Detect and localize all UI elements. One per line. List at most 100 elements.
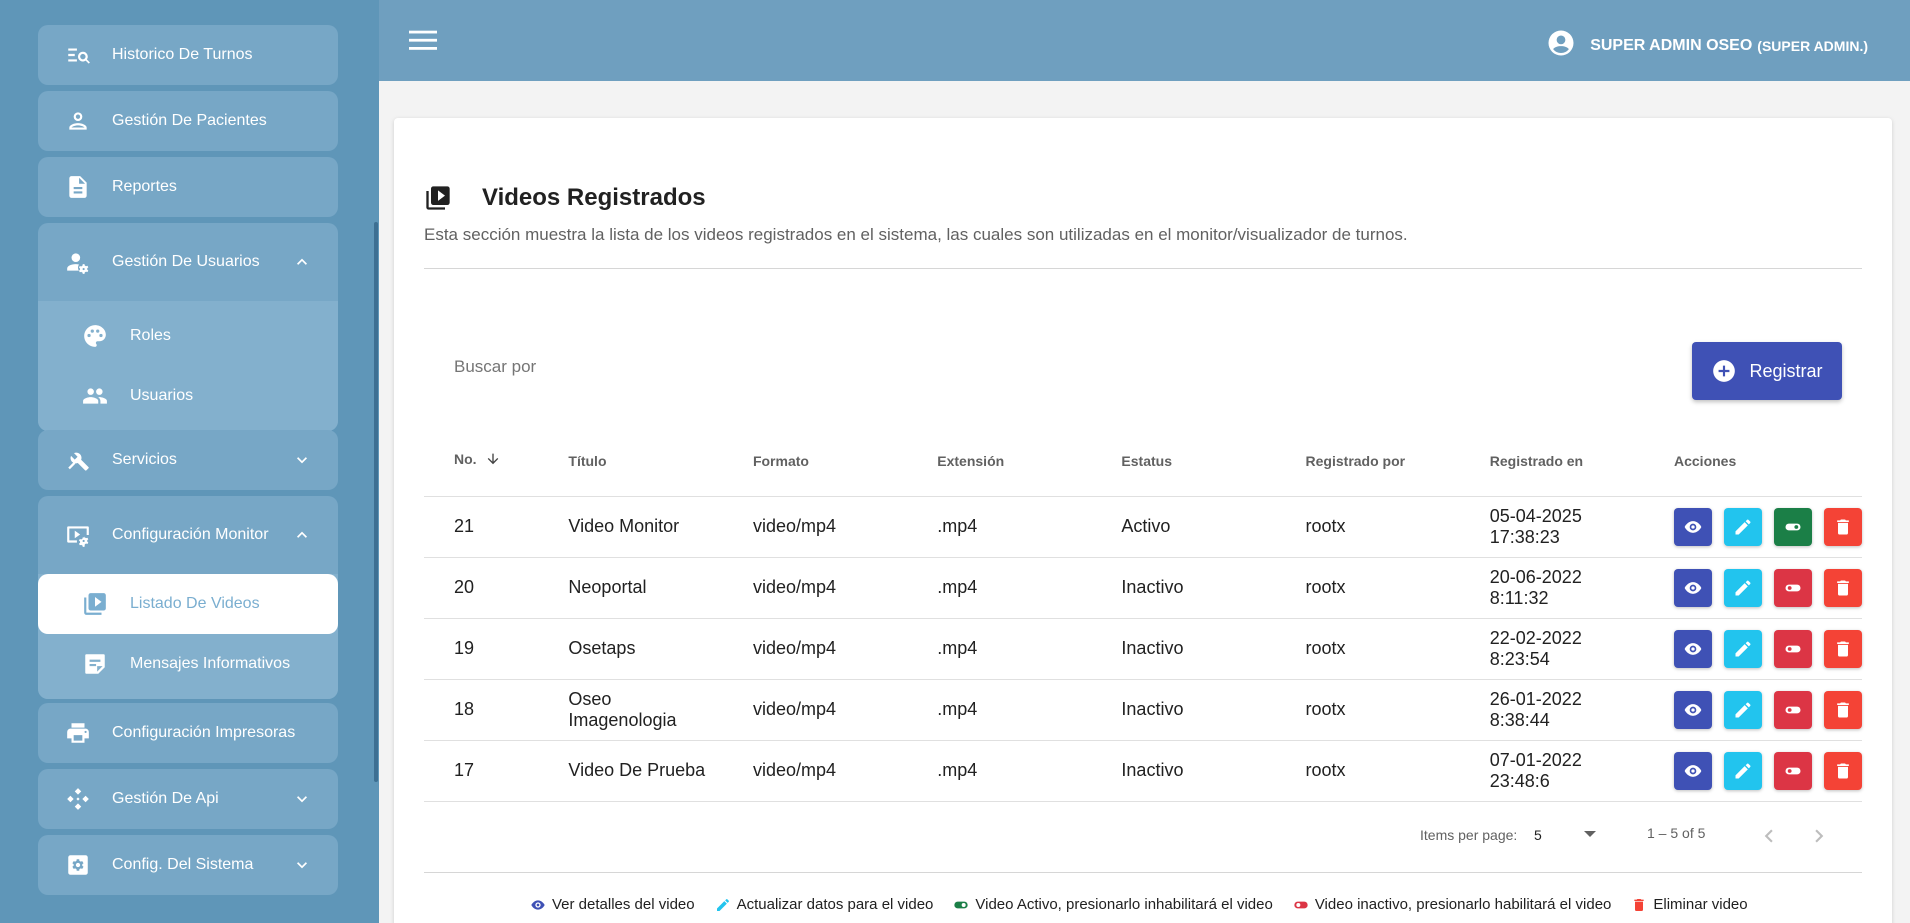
sidebar-item-configuracion-impresoras[interactable]: Configuración Impresoras [38, 703, 338, 763]
deactivate-toggle-button[interactable] [1774, 507, 1812, 546]
view-button[interactable] [1674, 568, 1712, 607]
delete-button[interactable] [1824, 690, 1862, 729]
delete-button[interactable] [1824, 629, 1862, 668]
column-header-formato: Formato [722, 426, 908, 497]
eye-icon [531, 899, 545, 910]
previous-page-button[interactable] [1756, 823, 1782, 849]
legend-item-edit: Actualizar datos para el video [715, 896, 933, 913]
sidebar-item-mensajes-informativos[interactable]: Mensajes Informativos [38, 634, 338, 694]
sidebar-item-configuracion-monitor[interactable]: Configuración Monitor [38, 496, 338, 574]
cell-formato: video/mp4 [722, 557, 908, 619]
paginator: Items per page: 5 1 – 5 of 5 [394, 815, 1892, 859]
column-header-no[interactable]: No. [424, 426, 539, 497]
trash-icon [1833, 639, 1853, 659]
delete-button[interactable] [1824, 751, 1862, 790]
cell-titulo: Video Monitor [538, 496, 723, 558]
sidebar-item-config-sistema[interactable]: Config. Del Sistema [38, 835, 338, 895]
eye-icon [1683, 639, 1703, 659]
sidebar-item-historico-turnos[interactable]: Historico De Turnos [38, 25, 338, 85]
sidebar-item-reportes[interactable]: Reportes [38, 157, 338, 217]
cell-estatus: Inactivo [1091, 557, 1276, 619]
list-search-icon [64, 41, 92, 69]
sidebar-item-usuarios[interactable]: Usuarios [38, 366, 338, 426]
register-button[interactable]: Registrar [1692, 342, 1842, 400]
printer-icon [64, 719, 92, 747]
toggle-off-icon [1783, 761, 1803, 781]
activate-toggle-button[interactable] [1774, 568, 1812, 607]
register-button-label: Registrar [1749, 360, 1823, 381]
sidebar-item-gestion-pacientes[interactable]: Gestión De Pacientes [38, 91, 338, 151]
user-name: SUPER ADMIN OSEO [1590, 36, 1753, 54]
legend-item-inactive: Video inactivo, presionarlo habilitará e… [1293, 896, 1611, 913]
edit-button[interactable] [1724, 690, 1762, 729]
cell-en: 20-06-2022 8:11:32 [1459, 557, 1644, 619]
user-menu[interactable]: SUPER ADMIN OSEO (SUPER ADMIN.) [1546, 28, 1868, 63]
actions-legend: Ver detalles del video Actualizar datos … [530, 896, 1768, 913]
next-page-button[interactable] [1806, 823, 1832, 849]
edit-button[interactable] [1724, 751, 1762, 790]
legend-item-view: Ver detalles del video [530, 896, 695, 913]
activate-toggle-button[interactable] [1774, 751, 1812, 790]
delete-button[interactable] [1824, 507, 1862, 546]
sidebar-item-label: Mensajes Informativos [130, 655, 291, 672]
sidebar-item-roles[interactable]: Roles [38, 306, 338, 366]
chevron-up-icon [292, 525, 312, 545]
cell-en: 05-04-2025 17:38:23 [1459, 496, 1644, 558]
page-title: Videos Registrados [482, 184, 706, 211]
arrow-down-icon [485, 451, 501, 470]
pencil-icon [1733, 639, 1753, 659]
view-button[interactable] [1674, 629, 1712, 668]
edit-button[interactable] [1724, 629, 1762, 668]
items-per-page-select[interactable]: 5 [1534, 827, 1542, 843]
toggle-off-icon [1783, 700, 1803, 720]
palette-icon [80, 321, 110, 351]
toggle-off-icon [1294, 901, 1308, 908]
divider [424, 268, 1862, 269]
view-button[interactable] [1674, 751, 1712, 790]
topbar: SUPER ADMIN OSEO (SUPER ADMIN.) [379, 0, 1910, 81]
view-button[interactable] [1674, 507, 1712, 546]
view-button[interactable] [1674, 690, 1712, 729]
activate-toggle-button[interactable] [1774, 629, 1812, 668]
sidebar-item-servicios[interactable]: Servicios [38, 430, 338, 490]
sidebar-item-label: Gestión De Pacientes [112, 112, 267, 129]
sidebar-item-gestion-usuarios[interactable]: Gestión De Usuarios [38, 223, 338, 301]
people-icon [80, 381, 110, 411]
tools-icon [64, 446, 92, 474]
trash-icon [1833, 700, 1853, 720]
cell-estatus: Activo [1091, 496, 1276, 558]
trash-icon [1833, 517, 1853, 537]
cell-no: 19 [424, 618, 539, 680]
sidebar-item-label: Reportes [112, 178, 177, 195]
video-library-icon [80, 589, 110, 619]
sidebar-item-gestion-api[interactable]: Gestión De Api [38, 769, 338, 829]
menu-icon[interactable] [409, 28, 437, 52]
eye-icon [1683, 517, 1703, 537]
activate-toggle-button[interactable] [1774, 690, 1812, 729]
sidebar-item-label: Listado De Videos [130, 595, 260, 612]
sidebar: Historico De Turnos Gestión De Pacientes… [0, 0, 379, 923]
sidebar-item-label: Configuración Impresoras [112, 724, 296, 741]
table-row: 18 Oseo Imagenologia video/mp4 .mp4 Inactivo… [424, 679, 1862, 741]
search-input[interactable]: Buscar por [454, 357, 536, 377]
sidebar-item-label: Servicios [112, 451, 177, 468]
delete-button[interactable] [1824, 568, 1862, 607]
cell-acciones [1644, 496, 1862, 558]
edit-button[interactable] [1724, 568, 1762, 607]
toggle-on-icon [1783, 517, 1803, 537]
sidebar-item-label: Config. Del Sistema [112, 856, 254, 873]
trash-icon [1833, 578, 1853, 598]
cell-no: 20 [424, 557, 539, 619]
edit-button[interactable] [1724, 507, 1762, 546]
sidebar-scrollbar[interactable] [374, 222, 378, 782]
column-header-estatus: Estatus [1091, 426, 1276, 497]
add-circle-icon [1713, 360, 1736, 382]
cell-no: 21 [424, 496, 539, 558]
sidebar-item-label: Historico De Turnos [112, 46, 253, 63]
cell-por: rootx [1275, 496, 1460, 558]
sidebar-item-listado-videos[interactable]: Listado De Videos [38, 574, 338, 634]
cell-extension: .mp4 [907, 557, 1092, 619]
dropdown-caret-icon[interactable] [1584, 831, 1596, 837]
cell-titulo: Neoportal [538, 557, 723, 619]
column-header-registrado-por: Registrado por [1275, 426, 1460, 497]
